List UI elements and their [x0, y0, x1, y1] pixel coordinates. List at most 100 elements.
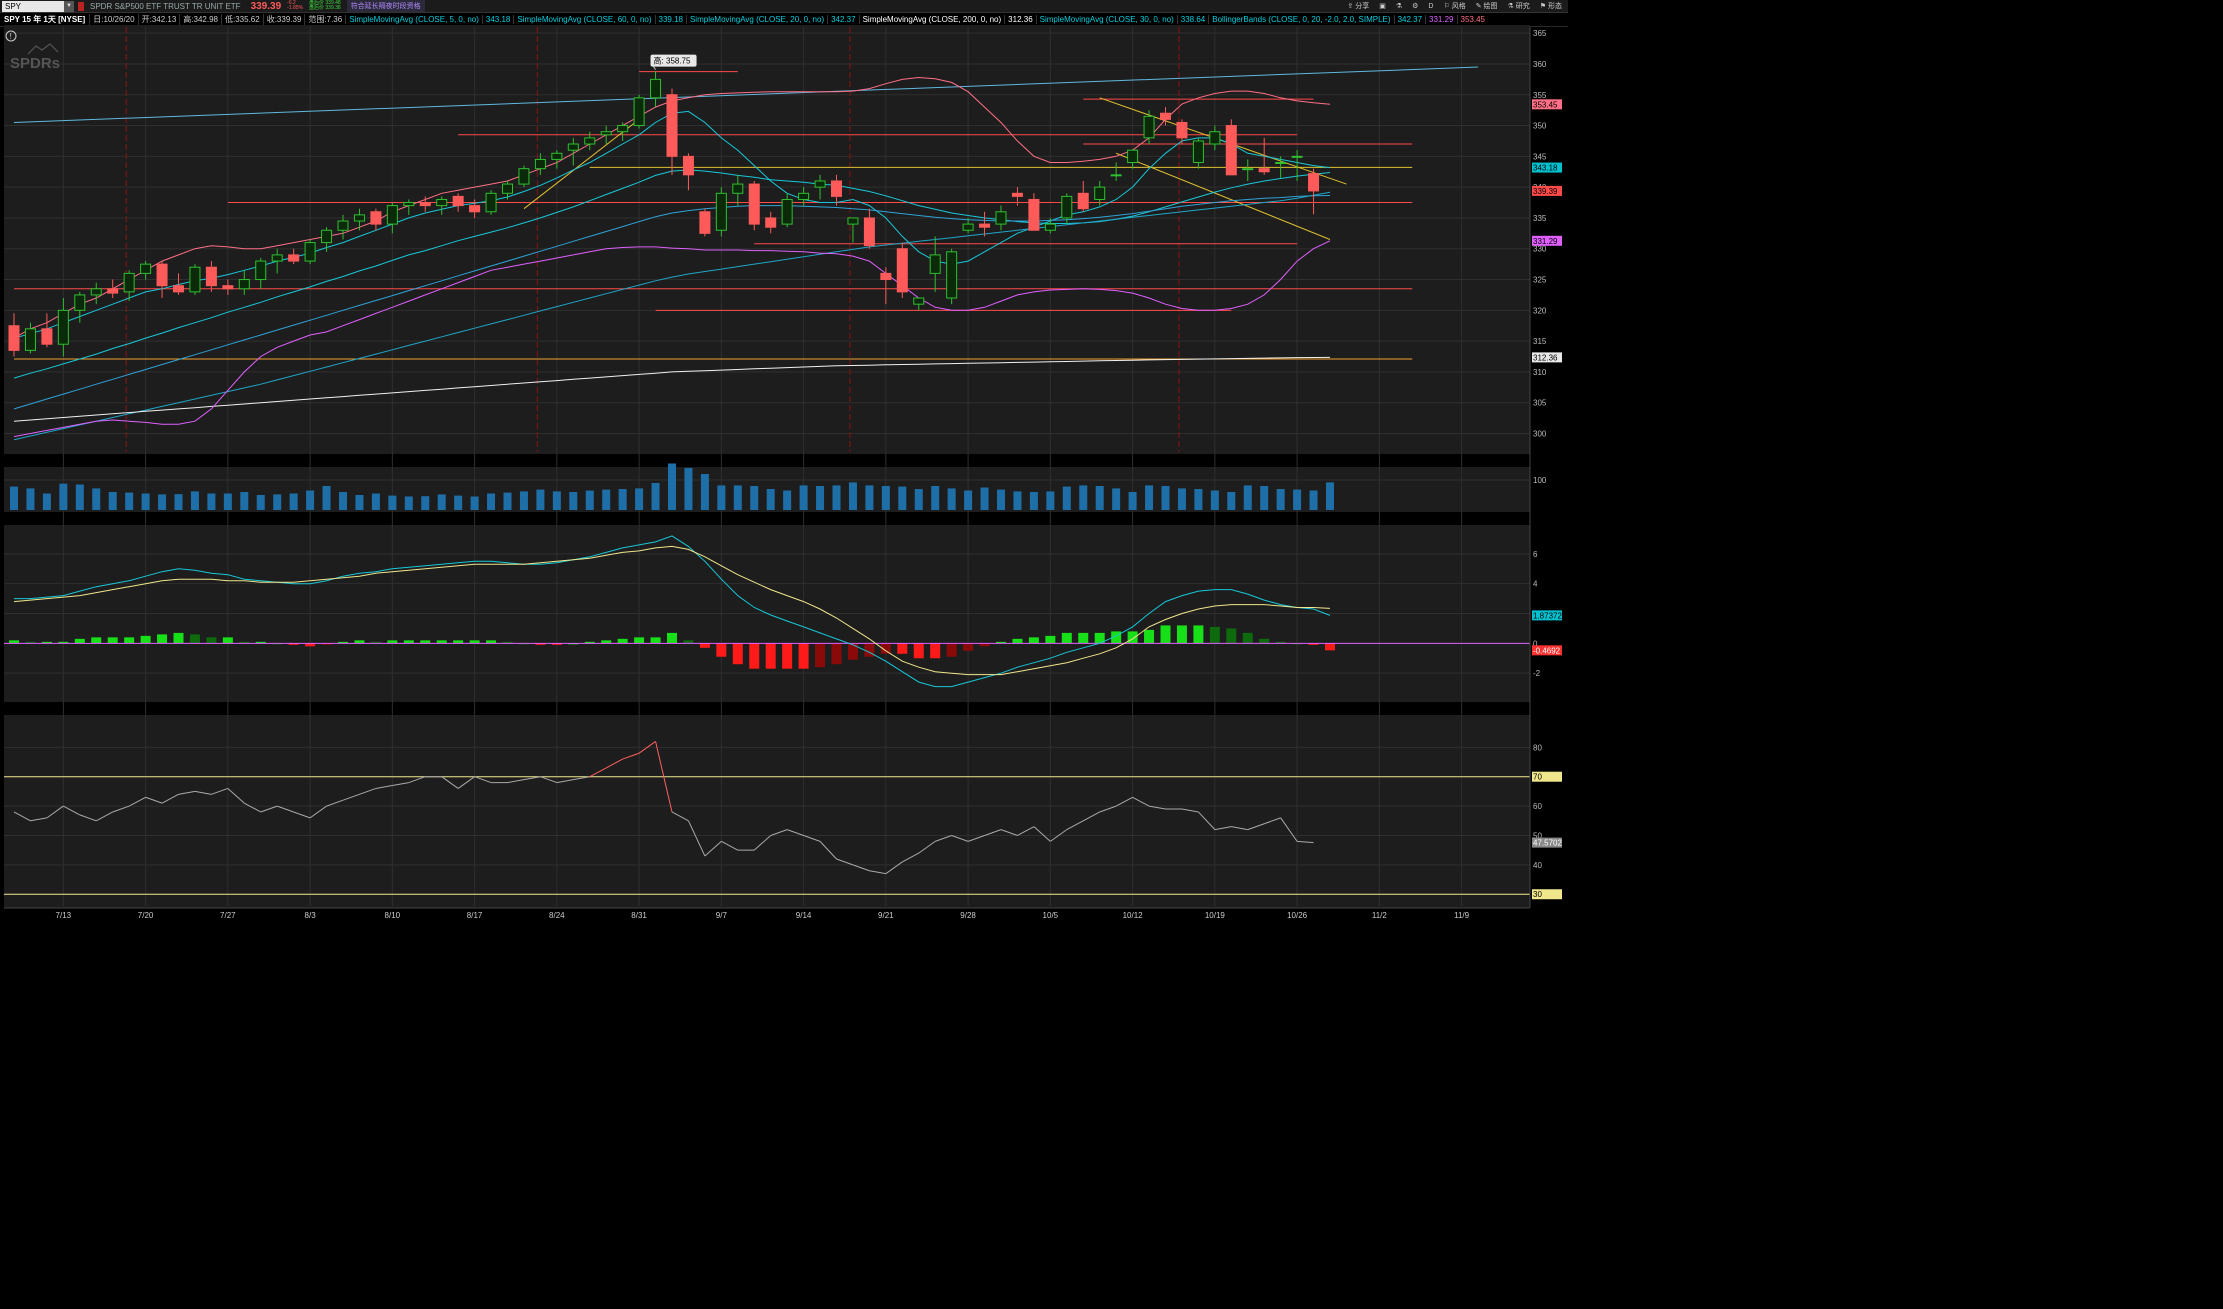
rsi-line-segment	[408, 776, 426, 784]
rsi-line-segment	[128, 796, 146, 807]
studies-button[interactable]: ⚗ 研究	[1508, 1, 1530, 11]
drawing-button[interactable]: ✎ 绘图	[1476, 1, 1498, 11]
rsi-tag: 47.5702	[1533, 839, 1562, 848]
sma20-label[interactable]: SimpleMovingAvg (CLOSE, 20, 0, no)	[685, 15, 827, 24]
x-tick-label: 9/7	[716, 911, 728, 920]
pattern-button[interactable]: ⚑ 形态	[1540, 1, 1562, 11]
rsi-label[interactable]: RSI (14, 70, 30, CLOSE, WILDERS, no)	[4, 703, 149, 712]
candle-up	[403, 202, 415, 207]
volume-bar	[1276, 489, 1285, 510]
rsi-line-segment	[1115, 796, 1133, 807]
macd-histogram-bar-up	[1061, 632, 1072, 644]
flask-icon: ⚗	[1507, 3, 1514, 10]
sma20-value: 342.37	[827, 15, 858, 24]
rsi-y-tick-label: 30	[1533, 890, 1542, 899]
volume-bar	[42, 493, 51, 510]
price-y-tick-label: 300	[1533, 430, 1547, 439]
trend-line	[1115, 152, 1331, 240]
price-y-tick-label: 350	[1533, 122, 1547, 131]
x-tick-label: 8/24	[549, 911, 565, 920]
volume-bar	[997, 489, 1005, 510]
chevron-down-icon[interactable]: ▼	[64, 0, 74, 12]
flag-icon[interactable]	[78, 1, 84, 11]
volume-bar	[832, 485, 841, 510]
share-icon: ⇪	[1347, 3, 1354, 10]
sma30-label[interactable]: SimpleMovingAvg (CLOSE, 30, 0, no)	[1035, 15, 1177, 24]
price-y-tick-label: 365	[1533, 29, 1547, 38]
share-button[interactable]: ⇪ 分享	[1347, 1, 1369, 11]
volume-bar	[10, 486, 18, 510]
rsi-line-segment	[277, 805, 294, 813]
candle-down	[1308, 173, 1320, 192]
macd-histogram-bar-up	[568, 643, 579, 645]
logo-eagle-icon	[27, 43, 59, 55]
logo-text: SPDRs	[10, 55, 60, 72]
macd-histogram-bar-up	[436, 640, 447, 644]
style-button[interactable]: ⚐ 风格	[1443, 1, 1465, 11]
sma20-line	[13, 169, 1331, 379]
rsi-line-segment	[309, 805, 327, 819]
volume-bar	[1293, 489, 1302, 510]
x-tick-label: 10/26	[1287, 911, 1308, 920]
rsi-line-segment	[1231, 826, 1248, 831]
bollinger-label[interactable]: BollingerBands (CLOSE, 0, 20, -2.0, 2.0,…	[1208, 15, 1393, 24]
sma200-label[interactable]: SimpleMovingAvg (CLOSE, 200, 0, no)	[858, 15, 1005, 24]
style-icon: ⚐	[1443, 3, 1450, 10]
chart-canvas[interactable]: 高: 358.75 7/13 7/20 7/27 8/3 8/10 8/17 8/24 8/3…	[0, 0, 1568, 923]
macd-label[interactable]: MACD (12, 26, 9, EXPONENTIAL, no)	[4, 515, 143, 524]
pane-bg-rsi	[4, 713, 1530, 908]
candle-down	[156, 263, 168, 287]
rsi-y-tick-label: 70	[1533, 773, 1542, 782]
settings-button[interactable]: ⚙	[1412, 2, 1418, 10]
symbol-input[interactable]: SPY ▼	[2, 0, 74, 12]
volume-bar	[1194, 489, 1203, 510]
x-tick-label: 7/27	[220, 911, 236, 920]
info-icon[interactable]: !	[5, 30, 17, 42]
candle-up	[90, 288, 102, 296]
macd-histogram-bar-up	[1144, 629, 1155, 644]
chart-grid	[4, 27, 1530, 906]
rsi-line-segment	[935, 835, 952, 842]
candle-up	[551, 152, 563, 160]
price-tag: 339.39	[1533, 187, 1558, 196]
chart-title[interactable]: SPY 15 年 1天 [NYSE]	[0, 14, 89, 25]
candle-down	[666, 94, 678, 157]
calendar-button[interactable]: ▣	[1379, 2, 1386, 10]
candle-up	[650, 78, 662, 99]
axes: 7/13 7/20 7/27 8/3 8/10 8/17 8/24 8/31 9/7 9/14 9/…	[4, 27, 1547, 920]
sma5-label[interactable]: SimpleMovingAvg (CLOSE, 5, 0, no)	[345, 15, 482, 24]
x-tick-label: 7/13	[56, 911, 72, 920]
period-button[interactable]: D	[1428, 3, 1433, 10]
sma60-label[interactable]: SimpleMovingAvg (CLOSE, 60, 0, no)	[513, 15, 654, 24]
volume-label[interactable]: 成交量	[4, 456, 31, 467]
extended-hours-badge[interactable]: 符合延长隔夜时段资格	[346, 0, 425, 12]
flask-button[interactable]: ⚗	[1396, 2, 1402, 10]
volume-bar	[1046, 491, 1055, 510]
x-tick-label: 11/9	[1454, 911, 1470, 920]
rsi-tag: 30	[1533, 890, 1542, 899]
macd-y-tick-label: 4	[1533, 580, 1538, 589]
price-y-tick-label: 325	[1533, 276, 1547, 285]
price-pane: 高: 358.75	[8, 54, 1479, 441]
candle-down	[1028, 198, 1040, 231]
rsi-tag-bg	[1532, 889, 1562, 900]
volume-bar	[865, 485, 874, 510]
macd-histogram-bar-down	[831, 643, 842, 665]
price-y-tick-label: 360	[1533, 60, 1547, 69]
volume-y-tick-label: 100	[1533, 476, 1547, 485]
date-readout: 日:10/26/20	[89, 14, 137, 25]
rsi-line-segment	[671, 811, 689, 822]
candle-up	[1291, 155, 1303, 158]
macd-signal-line	[13, 545, 1331, 676]
toolbar-actions: ⇪ 分享 ▣ ⚗ ⚙ D ⚐ 风格 ✎ 绘图 ⚗ 研究 ⚑ 形态	[1347, 0, 1568, 12]
volume-bar	[766, 489, 775, 510]
price-tag-bg	[1532, 162, 1562, 173]
candle-up	[1061, 195, 1073, 219]
candle-down	[288, 254, 300, 262]
flask-icon: ⚗	[1395, 3, 1403, 10]
volume-bar	[1260, 486, 1269, 510]
price-tag: 331.29	[1533, 237, 1558, 246]
candle-down	[8, 325, 20, 351]
volume-bar	[668, 463, 676, 510]
volume-bar	[1326, 482, 1334, 510]
